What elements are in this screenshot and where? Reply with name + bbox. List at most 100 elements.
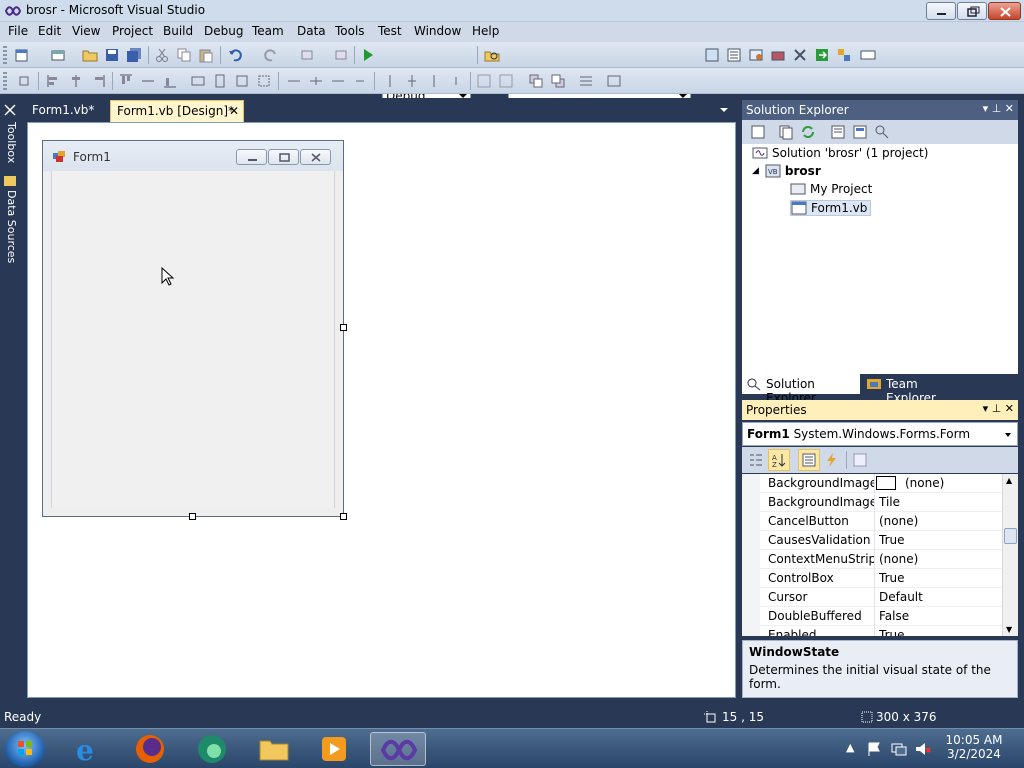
class-diagram-icon[interactable] [874,124,890,140]
property-row-controlbox[interactable]: ControlBox True [742,569,1002,588]
start-page-icon[interactable] [814,47,830,63]
categorized-icon[interactable] [748,452,764,468]
align-middles-icon[interactable] [140,73,156,89]
view-code-icon[interactable] [830,124,846,140]
menu-help[interactable]: Help [472,24,499,38]
events-lightning-icon[interactable] [824,452,840,468]
undo-icon[interactable] [228,47,244,63]
tree-item-project[interactable]: ◢ VB brosr [752,164,821,178]
taskbar-media-player[interactable] [306,732,362,766]
align-lefts-icon[interactable] [46,73,62,89]
command-window-icon[interactable] [860,47,876,63]
align-to-grid-icon[interactable] [16,73,32,89]
close-icon[interactable]: ✕ [1005,102,1014,115]
resize-handle-corner[interactable] [340,513,347,520]
add-item-icon[interactable] [50,47,66,63]
show-hidden-icons-icon[interactable]: ▲ [846,741,854,754]
save-all-icon[interactable] [126,47,142,63]
bring-to-front-icon[interactable] [528,73,544,89]
network-icon[interactable] [890,741,908,757]
lock-controls-icon[interactable] [606,73,622,89]
menu-view[interactable]: View [72,24,100,38]
scroll-up-icon[interactable]: ▲ [1006,476,1012,485]
make-same-height-icon[interactable] [212,73,228,89]
taskbar-visual-studio[interactable] [370,732,426,766]
center-vertically-icon[interactable] [498,73,514,89]
property-pages-icon[interactable] [852,452,868,468]
paste-icon[interactable] [198,47,214,63]
refresh-icon[interactable] [800,124,816,140]
menu-tools[interactable]: Tools [335,24,365,38]
align-bottoms-icon[interactable] [162,73,178,89]
close-button[interactable] [988,2,1021,20]
menu-build[interactable]: Build [163,24,193,38]
increase-vertical-spacing-icon[interactable] [404,73,420,89]
close-icon[interactable]: ✕ [229,104,239,118]
increase-horizontal-spacing-icon[interactable] [308,73,324,89]
toolbar-grip[interactable] [3,46,7,64]
volume-muted-icon[interactable] [914,741,932,757]
object-selector-dropdown[interactable]: Form1 System.Windows.Forms.Form [742,422,1018,446]
property-row-enabled[interactable]: Enabled True [742,626,1002,636]
tab-form1-vb[interactable]: Form1.vb* [26,100,108,122]
find-in-files-icon[interactable] [484,47,500,63]
window-position-icon[interactable]: ▾ [983,402,989,415]
property-row-backgroundimagelayout[interactable]: BackgroundImageLayout Tile [742,493,1002,512]
copy-icon[interactable] [176,47,192,63]
redo-icon[interactable] [262,47,278,63]
toolbox-tab[interactable]: Toolbox [2,122,18,163]
menu-file[interactable]: File [8,24,28,38]
toolbox-icon[interactable] [770,47,786,63]
vertical-spacing-icon[interactable] [382,73,398,89]
tree-item-form1[interactable]: Form1.vb [790,200,872,216]
horizontal-spacing-icon[interactable] [286,73,302,89]
tree-item-solution[interactable]: Solution 'brosr' (1 project) [752,146,928,160]
scroll-down-icon[interactable]: ▼ [1006,625,1012,634]
size-to-grid-icon[interactable] [256,73,272,89]
toolbar-grip[interactable] [3,72,7,90]
class-view-icon[interactable] [836,47,852,63]
design-form[interactable]: Form1 [42,140,344,517]
restore-button[interactable] [957,2,987,20]
property-row-cursor[interactable]: Cursor Default [742,588,1002,607]
scrollbar-thumb[interactable] [1004,528,1017,544]
remove-horizontal-spacing-icon[interactable] [352,73,368,89]
resize-handle-right[interactable] [340,324,347,331]
property-row-backgroundimage[interactable]: BackgroundImage (none) [742,474,1002,493]
close-icon[interactable]: ✕ [1005,402,1014,415]
taskbar-file-explorer[interactable] [246,732,302,766]
remove-vertical-spacing-icon[interactable] [448,73,464,89]
properties-window-icon[interactable] [726,47,742,63]
new-project-icon[interactable] [14,47,30,63]
data-sources-tab[interactable]: Data Sources [2,190,18,263]
resize-handle-bottom[interactable] [189,513,196,520]
taskbar-internet-explorer[interactable]: e [62,732,118,767]
form-designer-surface[interactable]: Form1 [27,122,736,698]
tab-solution-explorer[interactable]: Solution Explorer [742,374,860,405]
window-position-icon[interactable]: ▾ [983,102,989,115]
save-icon[interactable] [104,47,120,63]
decrease-vertical-spacing-icon[interactable] [426,73,442,89]
auto-hide-pin-icon[interactable]: ⊥ [992,402,1002,415]
form-client-area[interactable] [51,171,335,508]
property-row-cancelbutton[interactable]: CancelButton (none) [742,512,1002,531]
solution-explorer-icon[interactable] [704,47,720,63]
chevron-down-icon[interactable] [720,108,728,112]
show-all-files-icon[interactable] [778,124,794,140]
view-designer-icon[interactable] [852,124,868,140]
send-to-back-icon[interactable] [550,73,566,89]
tab-team-explorer[interactable]: Team Explorer [862,374,972,405]
collapse-arrow-icon[interactable]: ◢ [752,166,759,176]
menu-window[interactable]: Window [414,24,461,38]
auto-hide-pin-icon[interactable]: ⊥ [992,102,1002,115]
property-row-causesvalidation[interactable]: CausesValidation True [742,531,1002,550]
menu-data[interactable]: Data [297,24,326,38]
alphabetical-button[interactable]: AZ [768,449,790,471]
navigate-forward-icon[interactable] [332,47,348,63]
menu-debug[interactable]: Debug [204,24,243,38]
property-grid-scrollbar[interactable]: ▲ ▼ [1002,474,1018,636]
system-clock[interactable]: 10:05 AM 3/2/2024 [944,733,1004,761]
action-center-flag-icon[interactable] [866,741,882,757]
object-browser-icon[interactable] [748,47,764,63]
open-folder-icon[interactable] [82,47,98,63]
